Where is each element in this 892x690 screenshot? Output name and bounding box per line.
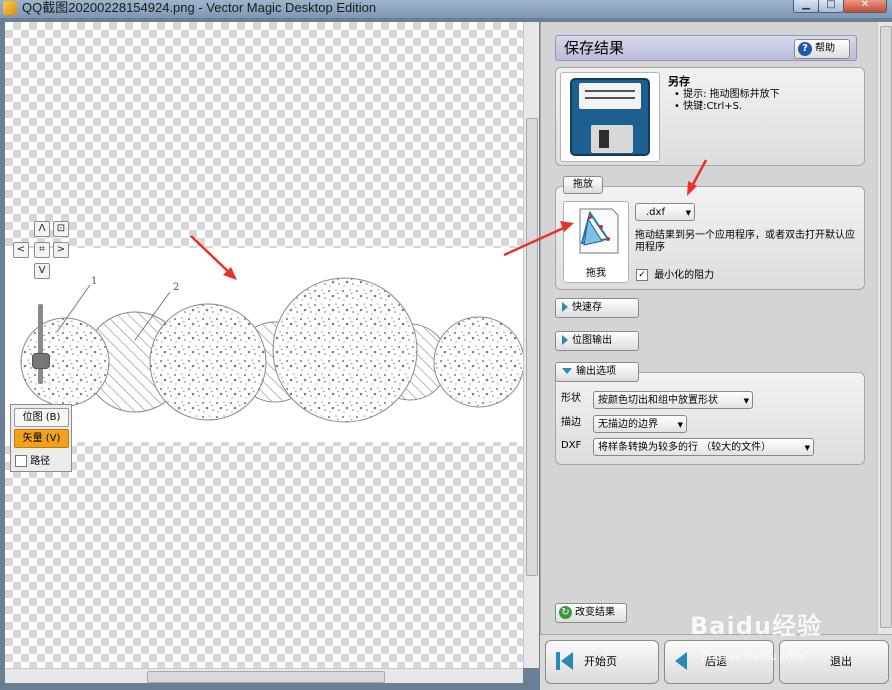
first-page-arrow-icon (561, 652, 573, 670)
app-icon (3, 1, 17, 15)
start-page-button[interactable]: 开始页 (545, 640, 659, 684)
save-as-shortcut-text: 快键:Ctrl+S. (683, 101, 743, 112)
canvas-vertical-scrollbar[interactable] (523, 22, 539, 668)
baidu-watermark-url: jingyan.baidu.com (702, 650, 804, 663)
save-as-drop-target[interactable] (560, 72, 660, 162)
vector-drawing: 1 2 (20, 235, 523, 423)
help-label: 帮助 (815, 43, 835, 54)
start-page-label: 开始页 (584, 655, 617, 668)
drag-me-label: 拖我 (586, 268, 606, 279)
close-button[interactable]: ✕ (843, 0, 887, 13)
output-options-label: 输出选项 (576, 366, 616, 377)
chevron-down-icon: ▼ (804, 444, 810, 452)
canvas-horizontal-scroll-thumb[interactable] (147, 671, 385, 683)
panel-scrollbar[interactable] (877, 22, 892, 634)
collapse-icon (562, 368, 572, 374)
floppy-disk-icon (570, 78, 650, 156)
leader-label-1: 1 (91, 276, 97, 287)
shape-dropdown[interactable]: 按颜色切出和组中放置形状 ▼ (593, 391, 753, 409)
panel-header: 保存结果 ? 帮助 (555, 35, 857, 61)
change-result-label: 改变结果 (575, 607, 615, 618)
minimize-resistance-checkbox[interactable]: ✓ (636, 269, 648, 281)
expand-icon (562, 302, 568, 312)
status-strip (0, 683, 540, 689)
save-as-shortcut: • 快键:Ctrl+S. (674, 101, 743, 112)
title-bar: QQ截图20200228154924.png - Vector Magic De… (0, 0, 892, 18)
change-result-button[interactable]: ↻ 改变结果 (555, 603, 627, 623)
pan-up-button[interactable]: Λ (34, 221, 50, 237)
help-button[interactable]: ? 帮助 (794, 39, 850, 59)
baidu-watermark: Baidu经验 (690, 612, 822, 640)
quick-save-button[interactable]: 快速存 (555, 298, 639, 318)
path-checkbox[interactable] (15, 455, 27, 467)
maximize-button[interactable]: □ (818, 0, 844, 13)
pan-right-button[interactable]: > (53, 242, 69, 258)
save-as-tip-text: 提示: 拖动图标并放下 (683, 89, 780, 100)
bitmap-output-label: 位图输出 (572, 335, 612, 346)
zoom-slider-thumb[interactable] (32, 353, 50, 369)
path-toggle[interactable]: 路径 (15, 452, 50, 467)
chevron-down-icon: ▼ (677, 421, 683, 429)
save-as-tip: • 提示: 拖动图标并放下 (674, 89, 780, 100)
canvas-horizontal-scrollbar[interactable] (5, 668, 523, 684)
chevron-down-icon: ▼ (743, 397, 749, 405)
path-label: 路径 (30, 456, 51, 467)
vector-mode-button[interactable]: 矢量 (V) (14, 429, 69, 448)
stroke-value: 无描边的边界 (598, 419, 658, 430)
minimize-resistance-option[interactable]: ✓ 最小化的阻力 (636, 266, 714, 281)
first-page-icon (556, 652, 560, 670)
shape-value: 按颜色切出和组中放置形状 (598, 395, 718, 406)
drag-description: 拖动结果到另一个应用程序，或者双击打开默认应用程序 (635, 230, 855, 253)
output-options-button[interactable]: 输出选项 (555, 362, 639, 382)
chevron-down-icon: ▼ (685, 209, 691, 217)
pan-left-button[interactable]: < (13, 242, 29, 258)
shape-label: 形状 (561, 393, 581, 404)
dxf-dropdown[interactable]: 将样条转换为较多的行 （较大的文件） ▼ (593, 438, 814, 456)
zoom-slider[interactable] (38, 304, 43, 384)
leader-label-2: 2 (173, 282, 179, 293)
bitmap-output-button[interactable]: 位图输出 (555, 331, 639, 351)
drafting-icon (579, 208, 619, 254)
save-as-card: 另存 • 提示: 拖动图标并放下 • 快键:Ctrl+S. (555, 67, 865, 166)
bitmap-mode-button[interactable]: 位图 (B) (14, 408, 69, 427)
dxf-label: DXF (561, 440, 582, 451)
exit-label: 退出 (830, 655, 852, 668)
stroke-label: 描边 (561, 417, 581, 428)
help-icon: ? (798, 42, 812, 56)
minimize-button[interactable]: ▁ (793, 0, 819, 13)
format-dropdown[interactable]: .dxf ▼ (635, 203, 695, 221)
drag-drop-section-label: 拖放 (563, 176, 603, 194)
dxf-value: 将样条转换为较多的行 （较大的文件） (598, 442, 772, 453)
canvas-vertical-scroll-thumb[interactable] (526, 118, 538, 576)
view-mode-box: 位图 (B) 矢量 (V) 路径 (10, 404, 72, 472)
refresh-icon: ↻ (559, 606, 572, 619)
panel-title: 保存结果 (564, 39, 625, 57)
center-view-button[interactable]: ⌗ (34, 242, 50, 258)
drag-me-tile[interactable]: 拖我 (563, 201, 629, 283)
save-as-title: 另存 (668, 75, 690, 88)
image-canvas[interactable]: 1 2 Λ ⊡ < ⌗ > V 位图 (B) 矢量 (V) 路径 (5, 22, 523, 668)
window-title: QQ截图20200228154924.png - Vector Magic De… (22, 0, 377, 15)
back-icon (675, 652, 687, 670)
panel-scroll-thumb[interactable] (880, 26, 892, 628)
quick-save-label: 快速存 (572, 302, 602, 313)
stroke-dropdown[interactable]: 无描边的边界 ▼ (593, 415, 687, 433)
fit-view-button[interactable]: ⊡ (53, 221, 69, 237)
format-value: .dxf (646, 207, 665, 218)
expand-icon (562, 335, 568, 345)
minimize-resistance-label: 最小化的阻力 (654, 270, 715, 281)
pan-down-button[interactable]: V (34, 263, 50, 279)
